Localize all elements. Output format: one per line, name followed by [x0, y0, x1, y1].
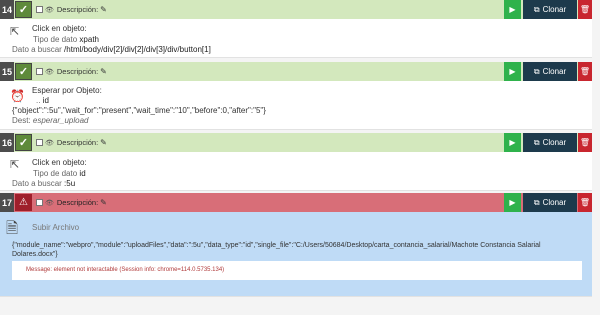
data-type-value: xpath — [79, 35, 99, 44]
data-type-line: .. id — [36, 96, 49, 105]
clone-label: Clonar — [542, 5, 567, 14]
step-number: 17 — [0, 193, 14, 212]
play-button[interactable]: ▶ — [504, 133, 521, 152]
step-header: 15 ✓ 👁 Descripción: ✎ ▶ ⧉ Clonar 🗑 — [0, 62, 592, 81]
step-number: 15 — [0, 62, 14, 81]
play-button[interactable]: ▶ — [504, 0, 521, 19]
steps-list: 14 ✓ 👁 Descripción: ✎ ▶ ⧉ Clonar 🗑 ⇱ Clic… — [0, 0, 600, 315]
eye-slash-icon[interactable]: 👁 — [45, 6, 54, 14]
step-header: 16 ✓ 👁 Descripción: ✎ ▶ ⧉ Clonar 🗑 — [0, 133, 592, 152]
delete-button[interactable]: 🗑 — [578, 193, 592, 212]
clone-button[interactable]: ⧉ Clonar — [523, 193, 577, 212]
eye-slash-icon[interactable]: 👁 — [45, 139, 54, 147]
pencil-icon[interactable]: ✎ — [100, 138, 107, 147]
step-action: Click en objeto: — [32, 24, 87, 33]
pencil-icon[interactable]: ✎ — [100, 67, 107, 76]
clone-label: Clonar — [542, 138, 567, 147]
search-label: Dato a buscar — [12, 45, 62, 54]
step-header: 17 ⚠ 👁 Descripción: ✎ ▶ ⧉ Clonar 🗑 — [0, 193, 592, 212]
copy-icon: ⧉ — [533, 4, 540, 14]
warning-icon: ⚠ — [15, 194, 32, 211]
eye-slash-icon[interactable]: 👁 — [45, 199, 54, 207]
step-params-line1: {"module_name":"webpro","module":"upload… — [12, 242, 541, 249]
dest-label: Dest: — [12, 116, 31, 125]
step-checkbox[interactable] — [36, 139, 43, 146]
search-label: Dato a buscar — [12, 179, 62, 188]
description-label: Descripción: — [56, 67, 99, 76]
search-value: :5u — [64, 179, 76, 188]
play-button[interactable]: ▶ — [504, 62, 521, 81]
pencil-icon[interactable]: ✎ — [100, 5, 107, 14]
step-number: 16 — [0, 133, 14, 152]
step-action: Subir Archivo — [32, 223, 80, 232]
clone-button[interactable]: ⧉ Clonar — [523, 133, 577, 152]
copy-icon: ⧉ — [533, 197, 540, 207]
description-label: Descripción: — [56, 138, 99, 147]
cursor-click-icon: ⇱ — [10, 159, 20, 171]
step-params-line2: Dolares.docx"} — [12, 251, 58, 258]
step-checkbox[interactable] — [36, 199, 43, 206]
step-checkbox[interactable] — [36, 68, 43, 75]
description-label: Descripción: — [56, 5, 99, 14]
step-card: 15 ✓ 👁 Descripción: ✎ ▶ ⧉ Clonar 🗑 ⏰ Espe… — [0, 62, 592, 130]
step-action: Click en objeto: — [32, 158, 87, 167]
error-message: Message: element not interactable (Sessi… — [12, 261, 582, 280]
play-button[interactable]: ▶ — [504, 193, 521, 212]
step-checkbox[interactable] — [36, 6, 43, 13]
step-card: 16 ✓ 👁 Descripción: ✎ ▶ ⧉ Clonar 🗑 ⇱ Clic… — [0, 133, 592, 191]
step-card: 14 ✓ 👁 Descripción: ✎ ▶ ⧉ Clonar 🗑 ⇱ Clic… — [0, 0, 592, 58]
description-label: Descripción: — [56, 198, 99, 207]
cursor-click-icon: ⇱ — [10, 26, 20, 38]
dest-value: esperar_upload — [32, 116, 89, 125]
clone-button[interactable]: ⧉ Clonar — [523, 0, 577, 19]
step-status-check-icon[interactable]: ✓ — [15, 63, 32, 80]
eye-slash-icon[interactable]: 👁 — [45, 68, 54, 76]
delete-button[interactable]: 🗑 — [578, 62, 592, 81]
delete-button[interactable]: 🗑 — [578, 0, 592, 19]
data-type-label: Tipo de dato — [33, 169, 78, 178]
data-type-label: Tipo de dato — [33, 35, 78, 44]
clone-button[interactable]: ⧉ Clonar — [523, 62, 577, 81]
step-card-error: 17 ⚠ 👁 Descripción: ✎ ▶ ⧉ Clonar 🗑 🗎 Subi… — [0, 193, 592, 297]
step-params: {"object":":5u","wait_for":"present","wa… — [12, 106, 266, 115]
step-action: Esperar por Objeto: — [32, 86, 102, 95]
file-upload-icon: 🗎 — [6, 220, 19, 237]
copy-icon: ⧉ — [533, 137, 540, 147]
step-status-check-icon[interactable]: ✓ — [15, 1, 32, 18]
pencil-icon[interactable]: ✎ — [100, 198, 107, 207]
copy-icon: ⧉ — [533, 66, 540, 76]
search-value: /html/body/div[2]/div[2]/div[3]/div/butt… — [64, 45, 211, 54]
step-status-check-icon[interactable]: ✓ — [15, 134, 32, 151]
data-type-value: id — [42, 96, 49, 105]
clone-label: Clonar — [542, 198, 567, 207]
alarm-clock-icon: ⏰ — [10, 89, 25, 103]
data-type-value: id — [79, 169, 86, 178]
step-number: 14 — [0, 0, 14, 19]
step-header: 14 ✓ 👁 Descripción: ✎ ▶ ⧉ Clonar 🗑 — [0, 0, 592, 19]
delete-button[interactable]: 🗑 — [578, 133, 592, 152]
clone-label: Clonar — [542, 67, 567, 76]
